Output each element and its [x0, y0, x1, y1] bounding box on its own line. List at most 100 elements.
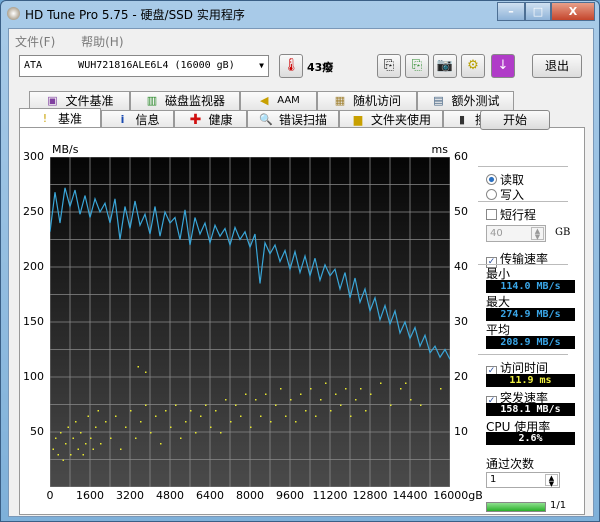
access-time-point: [67, 426, 69, 428]
speaker-icon: ◀: [259, 94, 269, 107]
access-time-point: [150, 432, 152, 434]
minimize-button[interactable]: –: [497, 2, 525, 21]
access-time-point: [87, 415, 89, 417]
access-time-point: [220, 432, 222, 434]
access-time-point: [335, 393, 337, 395]
access-time-point: [105, 421, 107, 423]
access-time-point: [265, 393, 267, 395]
tab-extra-tests[interactable]: ▤ 额外测试: [417, 91, 514, 110]
folder-icon: ▆: [353, 113, 363, 126]
access-time-point: [92, 448, 94, 450]
y-tick-left: 250: [23, 205, 44, 218]
random-access-icon: ▦: [334, 94, 346, 107]
window-title: HD Tune Pro 5.75 - 硬盘/SSD 实用程序: [25, 8, 245, 22]
exit-button[interactable]: 退出: [532, 54, 582, 78]
access-time-point: [195, 432, 197, 434]
access-time-point: [125, 426, 127, 428]
y-tick-right: 60: [454, 150, 468, 163]
access-time-point: [140, 421, 142, 423]
access-time-point: [95, 426, 97, 428]
spinner-icon[interactable]: ▲ ▼: [531, 227, 544, 241]
access-time-point: [80, 432, 82, 434]
access-time-point: [135, 437, 137, 439]
x-tick: 14400: [392, 489, 428, 502]
access-time-point: [75, 421, 77, 423]
y-tick-left: 50: [30, 425, 44, 438]
access-time-point: [155, 415, 157, 417]
access-time-point: [77, 448, 79, 450]
access-time-point: [137, 366, 139, 368]
file-benchmark-icon: ▣: [47, 94, 58, 107]
passes-input[interactable]: 1 ▲ ▼: [486, 472, 560, 488]
access-time-point: [210, 426, 212, 428]
access-time-point: [255, 399, 257, 401]
menu-file[interactable]: 文件(F): [15, 35, 55, 49]
access-time-point: [400, 388, 402, 390]
access-time-point: [370, 393, 372, 395]
y-axis-left-title: MB/s: [52, 143, 79, 156]
tab-label: 额外测试: [451, 94, 500, 108]
access-time-readout: 11.9 ms: [486, 374, 575, 387]
short-stroke-label: 短行程: [500, 208, 537, 222]
access-time-point: [130, 410, 132, 412]
access-time-point: [310, 388, 312, 390]
access-time-point: [180, 437, 182, 439]
tab-random-access[interactable]: ▦ 随机访问: [317, 91, 417, 110]
access-time-point: [285, 415, 287, 417]
access-time-point: [145, 371, 147, 373]
tab-label: 基准: [57, 112, 82, 126]
short-stroke-input[interactable]: 40 ▲ ▼: [486, 225, 546, 242]
tab-aam[interactable]: ◀ AAM: [240, 91, 317, 110]
access-time-point: [330, 410, 332, 412]
spinner-icon[interactable]: ▲ ▼: [545, 474, 558, 488]
access-time-point: [420, 404, 422, 406]
access-time-point: [120, 448, 122, 450]
short-stroke-checkbox[interactable]: 短行程: [486, 206, 536, 223]
copy-image-icon[interactable]: ⎘: [405, 54, 429, 78]
save-download-icon[interactable]: ↓: [491, 54, 515, 78]
access-time-point: [225, 399, 227, 401]
access-time-point: [300, 393, 302, 395]
divider: [478, 354, 568, 355]
access-time-point: [320, 399, 322, 401]
access-time-point: [315, 415, 317, 417]
y-tick-right: 10: [454, 425, 468, 438]
maximize-button[interactable]: □: [525, 2, 551, 21]
tab-benchmark[interactable]: ! 基准: [19, 108, 101, 129]
write-label: 写入: [500, 188, 525, 202]
access-time-point: [405, 382, 407, 384]
access-time-point: [270, 421, 272, 423]
tab-disk-monitor[interactable]: ▥ 磁盘监视器: [130, 91, 240, 110]
access-time-point: [200, 415, 202, 417]
access-time-point: [60, 432, 62, 434]
access-time-point: [165, 410, 167, 412]
gb-label: GB: [555, 227, 571, 238]
camera-icon[interactable]: 📷: [433, 54, 457, 78]
error-scan-icon: 🔍: [259, 113, 273, 126]
access-time-point: [230, 421, 232, 423]
access-time-point: [110, 437, 112, 439]
menu-help[interactable]: 帮助(H): [81, 35, 123, 49]
thermometer-icon[interactable]: 🌡: [279, 54, 303, 78]
access-time-point: [410, 399, 412, 401]
options-icon[interactable]: ⚙: [461, 54, 485, 78]
chevron-down-icon: ▼: [259, 61, 264, 70]
burst-rate-readout: 158.1 MB/s: [486, 403, 575, 416]
close-button[interactable]: X: [551, 2, 595, 21]
y-tick-left: 300: [23, 150, 44, 163]
drive-select[interactable]: ATA WUH721816ALE6L4 (16000 gB) ▼: [19, 55, 269, 77]
access-time-point: [235, 404, 237, 406]
access-time-point: [70, 454, 72, 456]
app-icon: [7, 7, 20, 20]
access-time-point: [160, 443, 162, 445]
erase-icon: ▮: [458, 113, 466, 126]
y-tick-right: 30: [454, 315, 468, 328]
copy-text-icon[interactable]: ⎘: [377, 54, 401, 78]
access-time-point: [380, 382, 382, 384]
start-button[interactable]: 开始: [480, 110, 550, 130]
tab-label: 随机访问: [352, 94, 401, 108]
access-time-point: [275, 404, 277, 406]
tab-label: AAM: [277, 95, 300, 106]
access-time-point: [190, 410, 192, 412]
access-time-point: [115, 415, 117, 417]
